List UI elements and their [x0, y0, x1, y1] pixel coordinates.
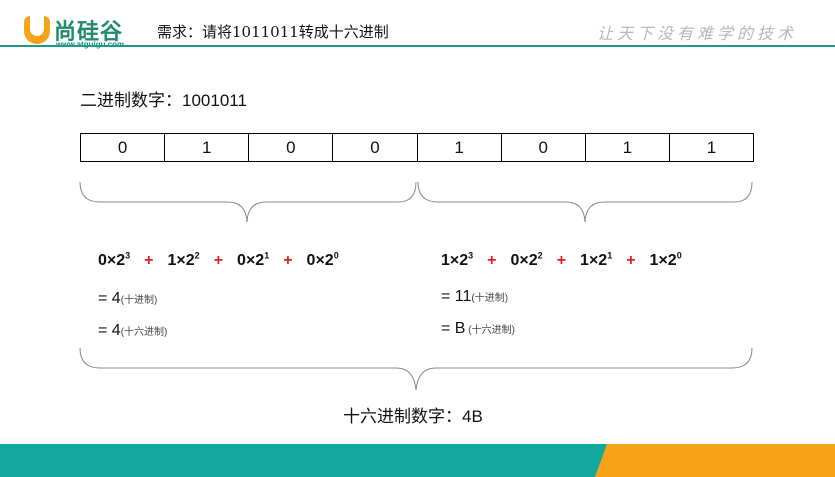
total-brace	[79, 347, 753, 391]
left-formula: 0×23 +1×22 +0×21 +0×20	[98, 251, 339, 270]
plus-operator: +	[556, 252, 567, 270]
term: 0×23	[98, 251, 131, 270]
plus-operator: +	[626, 252, 636, 270]
term: 1×20	[649, 251, 682, 270]
plus-operator: +	[283, 252, 293, 270]
right-decimal-result: = 11(十进制)	[441, 288, 509, 305]
left-hex-result: = 4(十六进制)	[98, 322, 168, 339]
right-formula: 1×23 +0×22 +1×21 +1×20	[441, 251, 682, 270]
left-decimal-result: = 4(十进制)	[98, 290, 158, 307]
footer-bar-orange	[595, 444, 835, 477]
plus-operator: +	[487, 252, 497, 270]
plus-operator: +	[213, 252, 224, 270]
term: 1×21	[580, 251, 613, 270]
right-hex-result: = B (十六进制)	[441, 320, 515, 337]
right-group-brace	[417, 181, 753, 223]
term: 0×22	[510, 251, 543, 270]
term: 1×23	[441, 251, 474, 270]
term: 1×22	[167, 251, 200, 270]
term: 0×21	[237, 251, 270, 270]
hex-number-label: 十六进制数字：4B	[343, 407, 483, 426]
plus-operator: +	[144, 252, 154, 270]
term: 0×20	[306, 251, 339, 270]
left-group-brace	[79, 181, 417, 223]
